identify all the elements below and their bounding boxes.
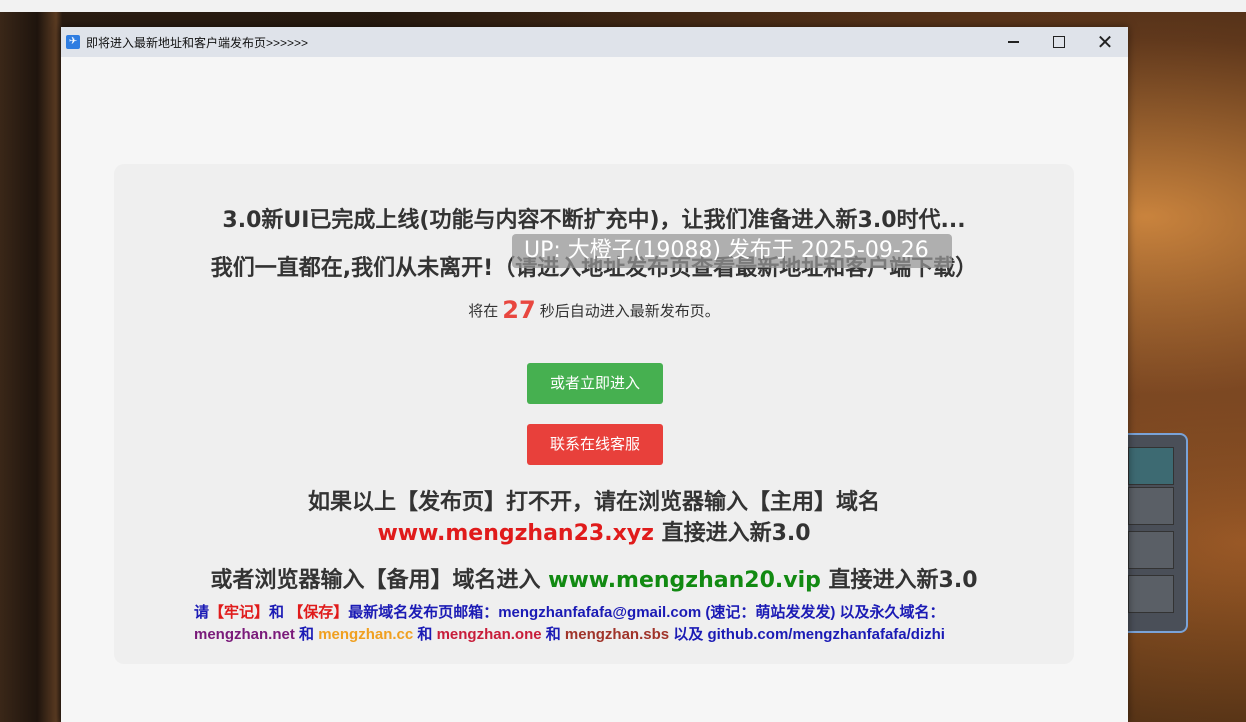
backup-domain-link[interactable]: www.mengzhan20.vip	[548, 568, 821, 593]
email-text: 请	[194, 604, 210, 621]
enter-now-button[interactable]: 或者立即进入	[527, 363, 663, 404]
domain-cc-link[interactable]: mengzhan.cc	[318, 626, 413, 643]
close-button[interactable]: ✕	[1082, 27, 1128, 57]
fallback-line-3: 或者浏览器输入【备用】域名进入 www.mengzhan20.vip 直接进入新…	[114, 562, 1074, 594]
fallback-line-3-prefix: 或者浏览器输入【备用】域名进入	[210, 568, 549, 593]
domain-separator: 和	[413, 626, 437, 643]
minimize-button[interactable]	[990, 27, 1036, 57]
email-address-text: 最新域名发布页邮箱：mengzhanfafafa@gmail.com (速记：萌…	[348, 604, 945, 621]
primary-domain-link[interactable]: www.mengzhan23.xyz	[377, 521, 653, 546]
email-text: 和	[269, 604, 289, 621]
panel-slot	[1128, 487, 1174, 525]
permanent-domains-line: mengzhan.net 和 mengzhan.cc 和 mengzhan.on…	[194, 623, 945, 644]
announcement-card: 3.0新UI已完成上线(功能与内容不断扩充中)，让我们准备进入新3.0时代...…	[114, 164, 1074, 664]
contact-support-button[interactable]: 联系在线客服	[527, 424, 663, 465]
fallback-line-3-suffix: 直接进入新3.0	[820, 568, 978, 593]
domain-separator: 和	[294, 626, 319, 643]
app-icon: ✈	[66, 35, 80, 49]
github-link[interactable]: github.com/mengzhanfafafa/dizhi	[707, 626, 945, 643]
panel-slot	[1128, 447, 1174, 485]
countdown-prefix: 将在	[468, 302, 499, 320]
fallback-line-1: 如果以上【发布页】打不开，请在浏览器输入【主用】域名	[307, 490, 880, 515]
save-label: 【保存】	[288, 604, 349, 621]
announcement-line-1: 3.0新UI已完成上线(功能与内容不断扩充中)，让我们准备进入新3.0时代...	[222, 208, 966, 233]
uploader-overlay: UP: 大橙子(19088) 发布于 2025-09-26	[512, 234, 952, 268]
panel-slot	[1128, 531, 1174, 569]
domain-separator: 以及	[669, 626, 708, 643]
domain-separator: 和	[541, 626, 565, 643]
email-line: 请【牢记】和 【保存】最新域名发布页邮箱：mengzhanfafafa@gmai…	[194, 601, 945, 622]
panel-slot	[1128, 575, 1174, 613]
countdown-seconds: 27	[502, 296, 536, 324]
remember-label: 【牢记】	[209, 604, 270, 621]
maximize-icon	[1053, 36, 1065, 48]
background-window-strip	[0, 0, 1246, 12]
domain-sbs-link[interactable]: mengzhan.sbs	[565, 626, 669, 643]
countdown-text: 将在 27 秒后自动进入最新发布页。	[114, 296, 1074, 324]
fallback-line-2: www.mengzhan23.xyz 直接进入新3.0	[114, 515, 1074, 547]
fallback-line-2-suffix: 直接进入新3.0	[653, 521, 811, 546]
background-side-panel	[1128, 433, 1188, 633]
domain-net-link[interactable]: mengzhan.net	[194, 626, 295, 643]
countdown-suffix: 秒后自动进入最新发布页。	[539, 302, 720, 320]
popup-window: ✈ 即将进入最新地址和客户端发布页>>>>>> ✕ 3.0新UI已完成上线(功能…	[61, 27, 1128, 722]
domain-one-link[interactable]: mengzhan.one	[437, 626, 542, 643]
maximize-button[interactable]	[1036, 27, 1082, 57]
window-title: 即将进入最新地址和客户端发布页>>>>>>	[86, 35, 309, 50]
minimize-icon	[1007, 41, 1019, 43]
close-icon: ✕	[1096, 30, 1114, 54]
title-bar[interactable]: ✈ 即将进入最新地址和客户端发布页>>>>>> ✕	[61, 27, 1128, 57]
